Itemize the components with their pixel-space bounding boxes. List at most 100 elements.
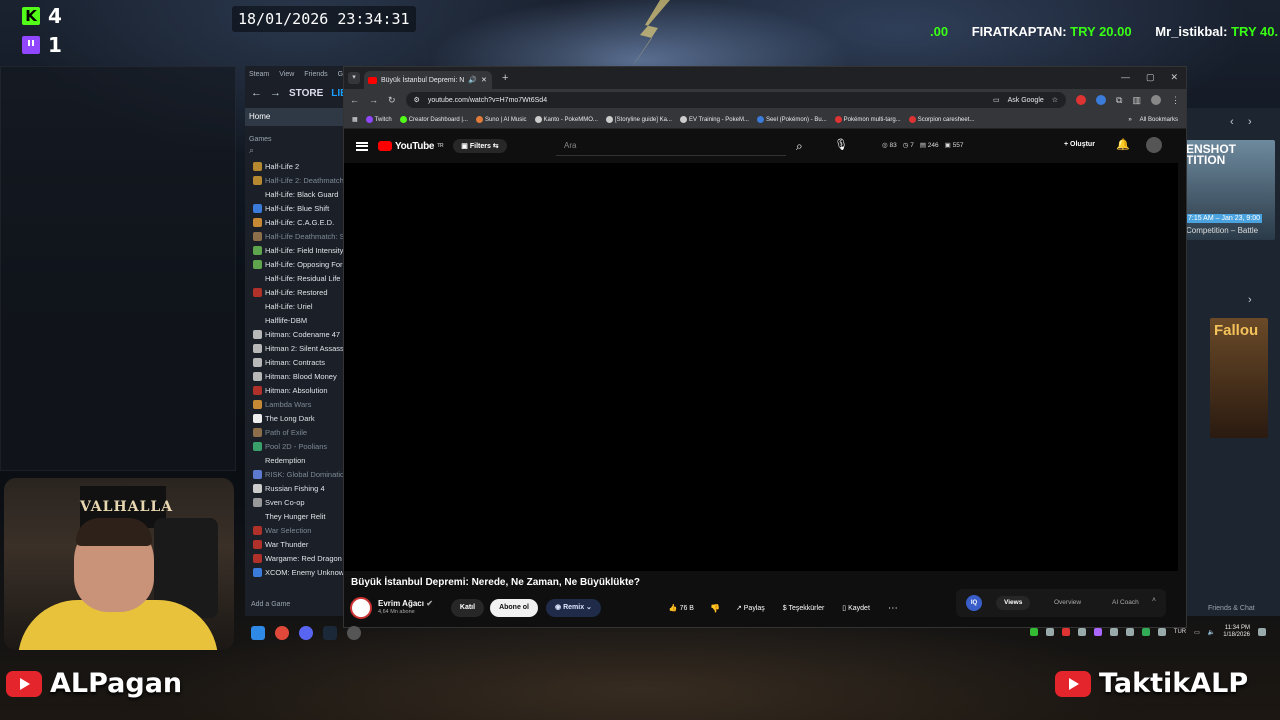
new-tab-icon[interactable]: + — [502, 72, 508, 84]
back-arrow-icon[interactable]: ← — [251, 87, 262, 99]
tray-icon[interactable] — [1157, 628, 1166, 636]
steam-store-tab[interactable]: STORE — [289, 88, 323, 99]
notification-icon[interactable] — [1258, 628, 1266, 636]
network-icon[interactable]: ▭ — [1194, 629, 1200, 636]
tray-icon[interactable] — [1077, 628, 1086, 636]
youtube-icon — [1055, 670, 1091, 697]
bookmark-favicon-icon — [756, 116, 764, 123]
browser-tab[interactable]: Büyük İstanbul Depremi: N 🔊 ✕ — [364, 71, 492, 89]
tray-icon[interactable] — [1125, 628, 1134, 636]
like-button[interactable]: 👍 76 B — [669, 604, 694, 612]
bookmarks-bar: ▦ Twitch Creator Dashboard |... Suno | AI … — [344, 111, 1186, 129]
ticker-item: .00 — [930, 24, 949, 39]
obs-taskbar-icon[interactable] — [347, 626, 361, 640]
bookmark-item[interactable]: Kanto - PokeMMO... — [534, 116, 598, 123]
steam-taskbar-icon[interactable] — [323, 626, 337, 640]
bookmark-item[interactable]: Seel (Pokémon) - Bu... — [756, 116, 827, 123]
minimize-icon[interactable]: — — [1121, 72, 1130, 83]
tray-icon[interactable] — [1141, 628, 1150, 636]
steam-menu-item[interactable]: Steam — [249, 71, 269, 78]
share-label: Paylaş — [743, 605, 765, 612]
iq-icon[interactable]: IQ — [966, 595, 982, 611]
more-bookmarks-icon[interactable]: » — [1128, 117, 1131, 123]
tray-icon[interactable] — [1061, 628, 1070, 636]
region-code: TR — [437, 143, 444, 149]
maximize-icon[interactable]: ▢ — [1146, 72, 1155, 83]
ask-google-button[interactable]: Ask Google — [1008, 97, 1044, 104]
bookmark-item[interactable]: EV Training - PokeM... — [679, 116, 749, 123]
tray-icon[interactable] — [1045, 628, 1054, 636]
windows-start-icon[interactable] — [251, 626, 265, 640]
all-bookmarks-button[interactable]: All Bookmarks — [1140, 117, 1178, 123]
game-icon — [253, 525, 262, 535]
tray-icon[interactable] — [1093, 628, 1102, 636]
chrome-menu-icon[interactable]: ⋮ — [1171, 95, 1180, 106]
tab-overview[interactable]: Overview — [1046, 596, 1089, 610]
create-button[interactable]: + Oluştur — [1056, 135, 1103, 155]
tray-icon[interactable] — [1029, 628, 1038, 636]
next-icon[interactable]: › — [1248, 294, 1252, 306]
apps-grid-icon[interactable]: ▦ — [352, 116, 358, 123]
forward-icon[interactable]: → — [369, 95, 378, 105]
dislike-button[interactable]: 👎 — [710, 604, 720, 613]
microphone-icon[interactable]: 🎙 — [834, 138, 848, 151]
menu-icon[interactable] — [356, 141, 368, 151]
youtube-favicon-icon — [368, 76, 377, 84]
search-icon[interactable]: ⌕ — [796, 139, 803, 154]
collapse-icon[interactable]: ˄ — [1152, 597, 1156, 604]
bookmark-item[interactable]: Suno | AI Music — [475, 116, 527, 123]
discord-taskbar-icon[interactable] — [299, 626, 313, 640]
steam-menu-item[interactable]: View — [279, 71, 294, 78]
forward-arrow-icon[interactable]: → — [270, 87, 281, 99]
bookmark-favicon-icon — [908, 116, 916, 123]
reload-icon[interactable]: ↻ — [388, 95, 396, 106]
thanks-button[interactable]: $ Teşekkürler — [783, 605, 825, 612]
notifications-bell-icon[interactable]: 🔔 — [1116, 138, 1130, 151]
extension-icon[interactable] — [1096, 95, 1107, 105]
steam-menu-item[interactable]: Friends — [304, 71, 327, 78]
close-tab-icon[interactable]: ✕ — [481, 76, 487, 84]
subscribe-button[interactable]: Abone ol — [490, 599, 539, 617]
taskbar-clock[interactable]: 11:34 PM 1/18/2026 — [1223, 625, 1250, 639]
tab-views[interactable]: Views — [996, 596, 1031, 610]
close-icon[interactable]: ✕ — [1170, 72, 1178, 83]
bookmark-item[interactable]: [Storyline guide] Ka... — [605, 116, 672, 123]
game-icon — [253, 161, 262, 171]
remix-button[interactable]: ◉ Remix ⌄ — [546, 599, 601, 617]
save-button[interactable]: ▯ Kaydet — [842, 604, 870, 612]
bookmark-item[interactable]: Creator Dashboard |... — [399, 116, 468, 123]
cast-icon[interactable]: ▭ — [993, 96, 1000, 104]
sidebar-icon[interactable]: ▥ — [1132, 95, 1141, 106]
join-button[interactable]: Katıl — [450, 599, 485, 617]
tab-search-icon[interactable]: ▾ — [348, 72, 360, 84]
more-actions-icon[interactable]: ⋯ — [888, 603, 898, 614]
youtube-logo[interactable]: YouTube TR — [378, 141, 444, 152]
site-info-icon[interactable]: ⚙ — [414, 96, 420, 104]
tab-ai-coach[interactable]: AI Coach — [1104, 596, 1147, 610]
share-button[interactable]: ↗ Paylaş — [736, 604, 765, 612]
speaker-icon[interactable]: 🔊 — [468, 76, 477, 84]
chrome-taskbar-icon[interactable] — [275, 626, 289, 640]
extensions-puzzle-icon[interactable]: ⧉ — [1116, 95, 1122, 106]
user-avatar[interactable] — [1146, 137, 1162, 153]
back-icon[interactable]: ← — [350, 95, 359, 105]
bookmark-item[interactable]: Scorpion caresheet... — [908, 116, 974, 123]
profile-avatar[interactable] — [1151, 95, 1161, 105]
filters-button[interactable]: ▣ Filters ⇆ — [453, 139, 507, 153]
bookmark-item[interactable]: Twitch — [365, 116, 392, 123]
video-player[interactable] — [344, 163, 1178, 571]
language-indicator[interactable]: TUR — [1174, 629, 1186, 635]
volume-icon[interactable]: 🔈 — [1208, 629, 1215, 636]
next-icon[interactable]: › — [1248, 116, 1252, 128]
bookmark-star-icon[interactable]: ☆ — [1052, 96, 1058, 104]
channel-avatar[interactable] — [350, 597, 372, 619]
bookmark-item[interactable]: Pokémon multi-targ... — [834, 116, 901, 123]
channel-name[interactable]: Evrim Ağacı — [378, 599, 424, 608]
prev-icon[interactable]: ‹ — [1230, 116, 1234, 128]
omnibox[interactable]: ⚙ youtube.com/watch?v=H7mo7Wt6Sd4 ▭ Ask … — [405, 92, 1067, 108]
add-game-button[interactable]: Add a Game — [251, 601, 290, 608]
tray-icon[interactable] — [1109, 628, 1118, 636]
search-input[interactable]: Ara — [556, 136, 786, 156]
friends-chat-button[interactable]: Friends & Chat — [1208, 605, 1255, 612]
extension-icon[interactable] — [1076, 95, 1087, 105]
